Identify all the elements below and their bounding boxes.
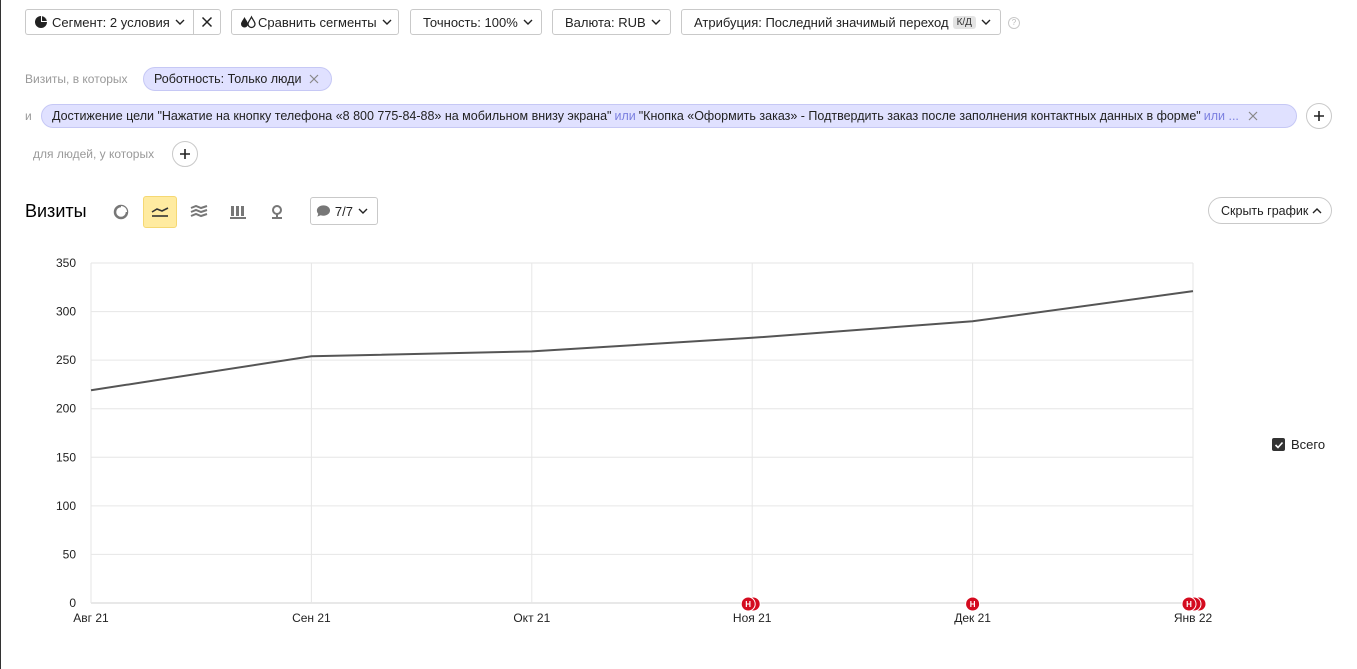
segment-button[interactable]: Сегмент: 2 условия xyxy=(25,9,194,35)
area-chart-tab[interactable] xyxy=(182,196,216,228)
hide-chart-button[interactable]: Скрыть график xyxy=(1208,197,1333,224)
robot-filter-label: Роботность: Только люди xyxy=(154,72,302,86)
chevron-down-icon xyxy=(522,16,534,28)
annotation-marker-label: Н xyxy=(1186,600,1192,609)
or-more-label: или ... xyxy=(1203,109,1239,123)
close-icon[interactable] xyxy=(1248,111,1258,121)
x-tick-label: Ноя 21 xyxy=(733,611,772,625)
currency-button[interactable]: Валюта: RUB xyxy=(552,9,671,35)
map-tab[interactable] xyxy=(260,196,294,228)
drops-compare-icon xyxy=(240,15,256,29)
y-tick-label: 150 xyxy=(56,450,76,464)
add-condition-button[interactable] xyxy=(1306,103,1332,129)
y-tick-label: 250 xyxy=(56,353,76,367)
attribution-tag: К/Д xyxy=(952,15,976,29)
compare-segments-button[interactable]: Сравнить сегменты xyxy=(231,9,399,35)
y-tick-label: 100 xyxy=(56,499,76,513)
bar-chart-tab[interactable] xyxy=(221,196,255,228)
legend-label: Всего xyxy=(1291,437,1326,452)
plus-icon xyxy=(1314,111,1324,121)
bar-chart-icon xyxy=(230,206,246,219)
series-line xyxy=(90,290,1194,392)
comment-icon xyxy=(316,205,331,217)
goal-part-1: Достижение цели "Нажатие на кнопку телеф… xyxy=(52,109,612,123)
annotation-marker-label: Н xyxy=(970,600,976,609)
x-tick-label: Авг 21 xyxy=(73,611,109,625)
legend-item-total[interactable]: Всего xyxy=(1272,437,1325,452)
line-chart-tab[interactable] xyxy=(143,196,177,228)
y-tick-label: 0 xyxy=(69,596,76,610)
or-label: или xyxy=(614,109,636,123)
accuracy-label: Точность: 100% xyxy=(423,14,518,30)
line-chart-icon xyxy=(151,207,169,217)
segment-button-label: Сегмент: 2 условия xyxy=(52,14,170,30)
add-people-condition-button[interactable] xyxy=(172,141,198,167)
attribution-button[interactable]: Атрибуция: Последний значимый переход К/… xyxy=(681,9,1001,35)
help-icon[interactable]: ? xyxy=(1008,17,1020,29)
x-tick-label: Дек 21 xyxy=(954,611,991,625)
pie-chart-icon xyxy=(113,204,129,220)
annotation-marker-label: Н xyxy=(745,600,751,609)
visits-line-chart: 0 50 100 150 200 250 300 350 Авг 21 Сен 21 Окт 21 Н… xyxy=(56,256,1213,625)
x-tick-label: Сен 21 xyxy=(292,611,331,625)
pie-segment-icon xyxy=(34,15,48,29)
y-tick-label: 50 xyxy=(63,547,77,561)
chevron-down-icon xyxy=(381,16,393,28)
chevron-down-icon xyxy=(980,16,992,28)
visits-prefix-label: Визиты, в которых xyxy=(25,72,128,86)
y-tick-label: 300 xyxy=(56,305,76,319)
chevron-down-icon xyxy=(650,16,662,28)
clear-segment-button[interactable] xyxy=(193,9,221,35)
x-tick-label: Янв 22 xyxy=(1174,611,1213,625)
y-tick-label: 350 xyxy=(56,256,76,270)
area-chart-icon xyxy=(190,205,208,218)
map-pin-icon xyxy=(272,205,282,219)
chevron-up-icon xyxy=(1312,207,1322,213)
y-tick-label: 200 xyxy=(56,402,76,416)
attribution-label: Атрибуция: Последний значимый переход xyxy=(694,14,949,30)
people-label: для людей, у которых xyxy=(33,147,155,161)
goal-part-2: "Кнопка «Оформить заказ» - Подтвердить з… xyxy=(638,109,1201,123)
annotations-label: 7/7 xyxy=(334,203,353,219)
pie-chart-tab[interactable] xyxy=(104,196,138,228)
chart-title: Визиты xyxy=(25,201,87,221)
plus-icon xyxy=(180,149,190,159)
currency-label: Валюта: RUB xyxy=(565,14,646,30)
robot-filter-pill[interactable]: Роботность: Только люди xyxy=(143,67,332,91)
hide-chart-label: Скрыть график xyxy=(1221,203,1309,218)
checkmark-icon xyxy=(1274,441,1283,449)
close-icon xyxy=(201,16,213,28)
goal-filter-pill[interactable]: Достижение цели "Нажатие на кнопку телеф… xyxy=(41,104,1297,128)
close-icon[interactable] xyxy=(309,74,319,84)
chevron-down-icon xyxy=(357,205,369,217)
and-label: и xyxy=(25,109,32,123)
chevron-down-icon xyxy=(174,16,186,28)
annotations-button[interactable]: 7/7 xyxy=(310,197,378,225)
compare-segments-label: Сравнить сегменты xyxy=(258,14,377,30)
accuracy-button[interactable]: Точность: 100% xyxy=(410,9,542,35)
legend-checkbox[interactable] xyxy=(1272,438,1285,451)
x-tick-label: Окт 21 xyxy=(513,611,550,625)
